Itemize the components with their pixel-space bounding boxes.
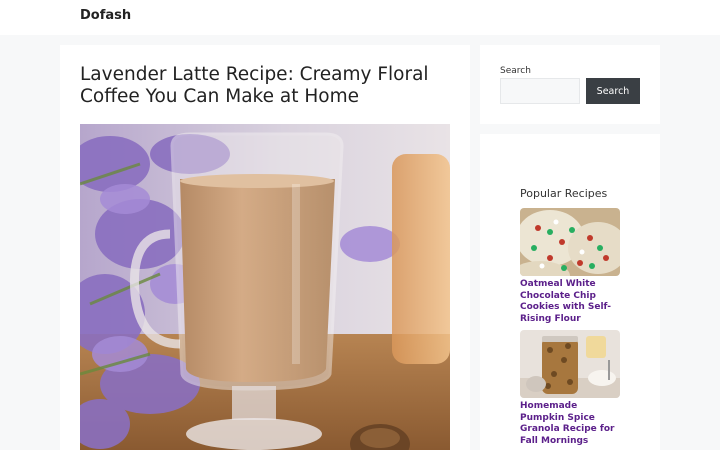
recipe-thumbnail[interactable] — [520, 330, 620, 398]
search-label: Search — [500, 66, 531, 76]
lavender-latte-photo — [80, 124, 450, 450]
recipe-title-link[interactable]: Oatmeal White Chocolate Chip Cookies wit… — [520, 279, 620, 325]
recipe-title-link[interactable]: Homemade Pumpkin Spice Granola Recipe fo… — [520, 401, 620, 447]
popular-recipes-widget: Popular Recipes Oatmeal White Chocolate … — [480, 134, 660, 450]
hero-image — [80, 124, 450, 450]
post-title: Lavender Latte Recipe: Creamy Floral Cof… — [80, 64, 429, 107]
popular-recipe-item[interactable]: Oatmeal White Chocolate Chip Cookies wit… — [520, 208, 620, 325]
popular-recipes-heading: Popular Recipes — [520, 187, 608, 200]
granola-jar-photo — [520, 330, 620, 398]
search-input[interactable] — [500, 78, 580, 104]
search-widget: Search Search — [480, 45, 660, 124]
popular-recipe-item[interactable]: Homemade Pumpkin Spice Granola Recipe fo… — [520, 330, 620, 447]
site-logo-link[interactable]: Dofash — [80, 8, 131, 23]
search-button[interactable]: Search — [586, 78, 640, 104]
cookies-photo — [520, 208, 620, 276]
recipe-thumbnail[interactable] — [520, 208, 620, 276]
site-header: Dofash — [0, 0, 720, 35]
article-card: Lavender Latte Recipe: Creamy Floral Cof… — [60, 45, 470, 450]
